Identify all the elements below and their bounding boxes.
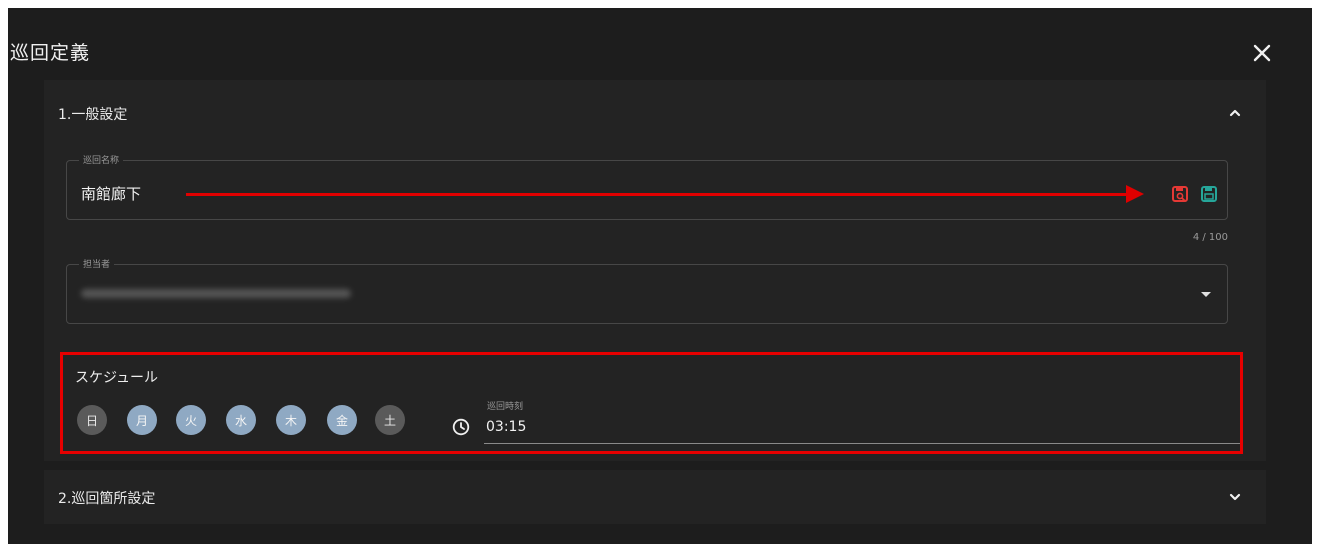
patrol-name-label: 巡回名称 bbox=[79, 153, 124, 166]
day-toggle-thu[interactable]: 木 bbox=[276, 405, 306, 435]
clock-icon[interactable] bbox=[452, 418, 470, 436]
patrol-locations-header[interactable]: 2.巡回箇所設定 bbox=[58, 488, 155, 508]
day-label: 火 bbox=[184, 413, 197, 428]
chevron-up-icon[interactable] bbox=[1228, 105, 1242, 119]
patrol-time-underline bbox=[484, 443, 1240, 444]
assignee-value-blurred bbox=[81, 289, 351, 298]
save-icon[interactable] bbox=[1199, 184, 1219, 204]
annotation-arrow-line bbox=[186, 193, 1136, 196]
patrol-locations-panel: 2.巡回箇所設定 bbox=[44, 470, 1266, 524]
annotation-arrow-head bbox=[1126, 185, 1144, 203]
day-toggle-tue[interactable]: 火 bbox=[176, 405, 206, 435]
day-label: 日 bbox=[85, 413, 98, 428]
dropdown-arrow-icon[interactable] bbox=[1201, 292, 1211, 297]
close-icon[interactable] bbox=[1250, 41, 1274, 65]
patrol-name-input[interactable]: 南館廊下 bbox=[81, 183, 141, 204]
assignee-select[interactable]: 担当者 bbox=[66, 257, 1228, 324]
character-counter: 4 / 100 bbox=[1192, 232, 1228, 243]
day-label: 土 bbox=[383, 413, 396, 428]
day-toggle-fri[interactable]: 金 bbox=[327, 405, 357, 435]
patrol-time-label: 巡回時刻 bbox=[487, 402, 524, 412]
schedule-title: スケジュール bbox=[75, 370, 159, 386]
search-save-icon[interactable] bbox=[1170, 184, 1190, 204]
day-toggle-mon[interactable]: 月 bbox=[127, 405, 157, 435]
day-label: 木 bbox=[284, 413, 297, 428]
day-label: 月 bbox=[135, 413, 148, 428]
day-label: 金 bbox=[335, 413, 348, 428]
patrol-name-field[interactable]: 巡回名称 南館廊下 bbox=[66, 153, 1228, 220]
day-toggle-wed[interactable]: 水 bbox=[226, 405, 256, 435]
patrol-time-input[interactable]: 03:15 bbox=[486, 419, 526, 435]
assignee-label: 担当者 bbox=[79, 257, 115, 270]
day-label: 水 bbox=[234, 413, 247, 428]
general-settings-header[interactable]: 1.一般設定 bbox=[58, 104, 127, 124]
dialog-title: 巡回定義 bbox=[10, 42, 91, 64]
day-toggle-sat[interactable]: 土 bbox=[375, 405, 405, 435]
schedule-highlight-box bbox=[60, 352, 1243, 454]
chevron-down-icon[interactable] bbox=[1228, 489, 1242, 503]
day-toggle-sun[interactable]: 日 bbox=[77, 405, 107, 435]
